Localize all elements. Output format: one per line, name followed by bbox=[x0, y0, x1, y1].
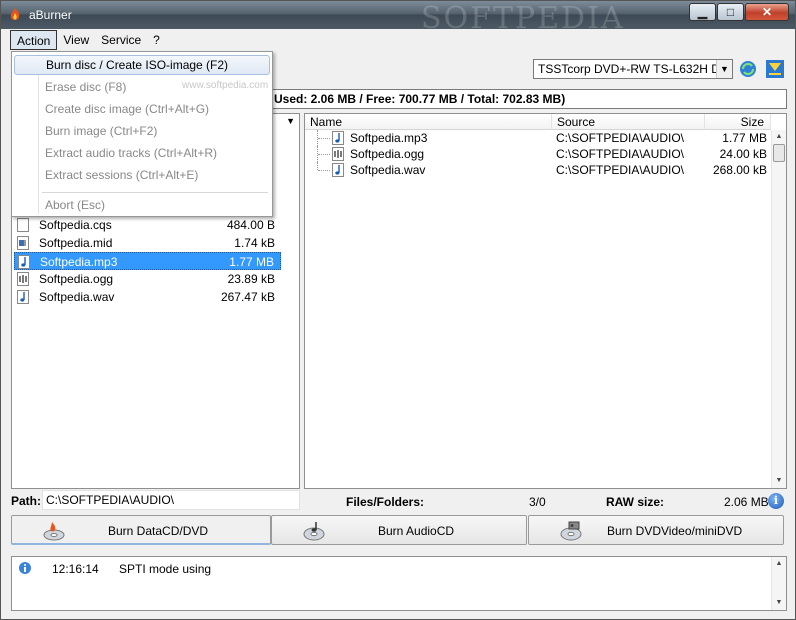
raw-size-label: RAW size: bbox=[606, 495, 665, 509]
tab-burn-datacd[interactable]: Burn DataCD/DVD bbox=[11, 515, 271, 545]
log-time: 12:16:14 bbox=[52, 562, 99, 576]
row-name: Softpedia.mp3 bbox=[350, 131, 428, 145]
files-folders-label: Files/Folders: bbox=[346, 495, 425, 509]
ogg-file-icon bbox=[332, 147, 344, 161]
menu-item-create-disc-image[interactable]: Create disc image (Ctrl+Alt+G) bbox=[14, 99, 270, 119]
video-disc-icon bbox=[560, 521, 582, 541]
file-size: 1.77 MB bbox=[229, 255, 274, 269]
minimize-button[interactable]: ▁ bbox=[689, 3, 716, 21]
menu-view[interactable]: View bbox=[57, 30, 95, 50]
row-size: 268.00 kB bbox=[712, 163, 767, 177]
file-row[interactable]: Softpedia.ogg 23.89 kB bbox=[14, 270, 281, 288]
file-size: 23.89 kB bbox=[227, 272, 275, 286]
file-name: Softpedia.ogg bbox=[39, 272, 114, 286]
file-row[interactable]: Softpedia.cqs 484.00 B bbox=[14, 216, 281, 234]
tab-label: Burn DataCD/DVD bbox=[108, 524, 209, 538]
table-row[interactable]: Softpedia.wav C:\SOFTPEDIA\AUDIO\ 268.00… bbox=[305, 162, 771, 178]
tab-burn-dvdvideo[interactable]: Burn DVDVideo/miniDVD bbox=[528, 515, 784, 545]
tab-label: Burn AudioCD bbox=[378, 524, 455, 538]
file-row[interactable]: Softpedia.mid 1.74 kB bbox=[14, 234, 281, 252]
menu-separator bbox=[42, 192, 268, 193]
close-icon: ✕ bbox=[761, 5, 773, 19]
info-disc-icon bbox=[19, 562, 31, 574]
scroll-thumb[interactable] bbox=[773, 144, 785, 162]
tree-line bbox=[317, 162, 331, 171]
data-disc-icon bbox=[43, 522, 65, 541]
project-scrollbar[interactable]: ▲ ▼ bbox=[771, 130, 786, 488]
row-size: 1.77 MB bbox=[722, 131, 767, 145]
file-name: Softpedia.cqs bbox=[39, 218, 112, 232]
menu-item-extract-sessions[interactable]: Extract sessions (Ctrl+Alt+E) bbox=[14, 165, 270, 185]
file-size: 484.00 B bbox=[226, 218, 275, 232]
menu-item-burn-disc[interactable]: Burn disc / Create ISO-image (F2) bbox=[14, 55, 270, 75]
column-header-source[interactable]: Source bbox=[552, 114, 705, 130]
refresh-icon[interactable] bbox=[738, 59, 758, 79]
blank-file-icon bbox=[17, 218, 29, 232]
chevron-down-icon: ▼ bbox=[286, 116, 295, 126]
path-field[interactable]: C:\SOFTPEDIA\AUDIO\ bbox=[42, 490, 300, 510]
music-note-icon bbox=[332, 163, 344, 177]
table-row[interactable]: Softpedia.ogg C:\SOFTPEDIA\AUDIO\ 24.00 … bbox=[305, 146, 771, 162]
music-note-icon bbox=[18, 255, 30, 269]
file-name: Softpedia.mid bbox=[39, 236, 113, 250]
audio-disc-icon bbox=[303, 522, 325, 541]
window-title: aBurner bbox=[29, 8, 72, 22]
scroll-down-icon[interactable]: ▼ bbox=[772, 474, 786, 488]
eject-icon[interactable] bbox=[765, 59, 785, 79]
music-note-icon bbox=[17, 290, 29, 304]
row-source: C:\SOFTPEDIA\AUDIO\ bbox=[556, 163, 685, 177]
menu-item-burn-image[interactable]: Burn image (Ctrl+F2) bbox=[14, 121, 270, 141]
row-source: C:\SOFTPEDIA\AUDIO\ bbox=[556, 131, 685, 145]
drive-select[interactable]: TSSTcorp DVD+-RW TS-L632H D40 ▼ bbox=[533, 59, 733, 79]
tree-line bbox=[317, 146, 331, 162]
menu-item-abort[interactable]: Abort (Esc) bbox=[14, 195, 270, 215]
row-name: Softpedia.wav bbox=[350, 163, 426, 177]
minimize-icon: ▁ bbox=[697, 5, 708, 19]
scroll-up-icon[interactable]: ▲ bbox=[772, 130, 786, 144]
file-name: Softpedia.mp3 bbox=[40, 255, 118, 269]
midi-file-icon bbox=[17, 236, 29, 250]
info-icon[interactable]: i bbox=[768, 493, 784, 509]
row-name: Softpedia.ogg bbox=[350, 147, 425, 161]
menu-action[interactable]: Action bbox=[10, 30, 58, 50]
menu-help[interactable]: ? bbox=[147, 30, 166, 50]
tab-label: Burn DVDVideo/miniDVD bbox=[607, 524, 743, 538]
menu-bar: Action View Service ? bbox=[2, 29, 794, 51]
drive-select-value: TSSTcorp DVD+-RW TS-L632H D40 bbox=[538, 62, 733, 76]
file-size: 1.74 kB bbox=[234, 236, 275, 250]
music-note-icon bbox=[332, 131, 344, 145]
app-icon bbox=[10, 8, 20, 20]
raw-size-value: 2.06 MB bbox=[724, 495, 769, 509]
menu-watermark: www.softpedia.com bbox=[182, 80, 269, 91]
tab-burn-audiocd[interactable]: Burn AudioCD bbox=[271, 515, 527, 545]
column-header-name[interactable]: Name bbox=[305, 114, 552, 130]
ogg-file-icon bbox=[17, 272, 29, 286]
file-row[interactable]: Softpedia.wav 267.47 kB bbox=[14, 288, 281, 306]
menu-item-extract-audio[interactable]: Extract audio tracks (Ctrl+Alt+R) bbox=[14, 143, 270, 163]
main-window: SOFTPEDIA aBurner ▁ □ ✕ Action View Serv… bbox=[0, 0, 796, 620]
action-menu: Burn disc / Create ISO-image (F2) Erase … bbox=[11, 51, 273, 217]
scroll-up-icon[interactable]: ▲ bbox=[772, 557, 786, 571]
path-label: Path: bbox=[11, 494, 41, 508]
row-size: 24.00 kB bbox=[719, 147, 767, 161]
file-size: 267.47 kB bbox=[220, 290, 275, 304]
menu-service[interactable]: Service bbox=[95, 30, 147, 50]
maximize-icon: □ bbox=[726, 5, 735, 19]
column-header-size[interactable]: Size bbox=[705, 114, 771, 130]
log-scrollbar[interactable]: ▲ ▼ bbox=[771, 557, 786, 610]
log-panel[interactable]: 12:16:14 SPTI mode using ▲ ▼ bbox=[11, 556, 787, 611]
tree-line bbox=[317, 130, 331, 146]
file-name: Softpedia.wav bbox=[39, 290, 115, 304]
scroll-down-icon[interactable]: ▼ bbox=[772, 596, 786, 610]
maximize-button[interactable]: □ bbox=[717, 3, 744, 21]
file-row[interactable]: Softpedia.mp3 1.77 MB bbox=[14, 252, 281, 270]
chevron-down-icon: ▼ bbox=[716, 60, 732, 78]
close-button[interactable]: ✕ bbox=[745, 3, 789, 21]
row-source: C:\SOFTPEDIA\AUDIO\ bbox=[556, 147, 685, 161]
files-folders-value: 3/0 bbox=[529, 495, 546, 509]
project-panel[interactable]: Name Source Size Softpedia.mp3 C:\SOFTPE… bbox=[304, 113, 787, 489]
table-row[interactable]: Softpedia.mp3 C:\SOFTPEDIA\AUDIO\ 1.77 M… bbox=[305, 130, 771, 146]
title-bar[interactable]: SOFTPEDIA aBurner ▁ □ ✕ bbox=[1, 1, 795, 36]
log-message: SPTI mode using bbox=[119, 562, 212, 576]
